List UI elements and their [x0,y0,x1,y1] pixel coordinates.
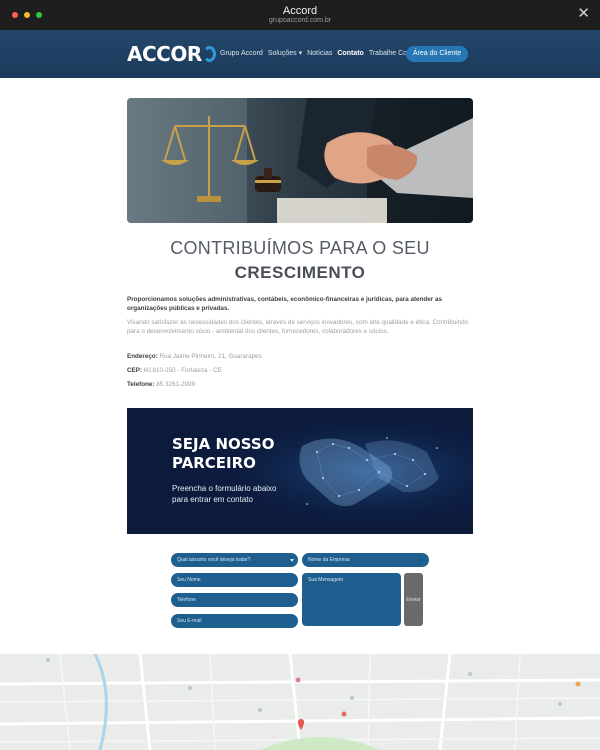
close-icon[interactable]: ✕ [577,6,590,22]
name-field[interactable]: Seu Nome [171,573,298,587]
address-line: Endereço: Rua Jaime Pinheiro, 21, Guarar… [127,353,262,360]
page-heading-line1: CONTRIBUÍMOS PARA O SEU [170,238,430,258]
nav-solucoes-label: Soluções [267,50,297,57]
nav-grupo-accord[interactable]: Grupo Accord [220,50,263,57]
window-title: Accord [282,5,318,17]
nav-solucoes[interactable]: Soluções ▾ [268,49,302,57]
window-titlebar: Accord grupoaccord.com.br ✕ [0,0,600,30]
page-heading-line2: CRESCIMENTO [234,263,366,282]
banner-subtitle-line1: Preencha o formulário abaixo [172,484,277,493]
nav-contato[interactable]: Contato [337,50,363,57]
phone-field[interactable]: Telefone [171,593,298,607]
location-map[interactable] [0,654,600,750]
banner-subtitle-line2: para entrar em contato [172,495,253,504]
window-url: grupoaccord.com.br [268,17,332,24]
handshake-justice-illustration [127,98,473,223]
message-field[interactable]: Sua Mensagem [302,573,401,626]
intro-bold-text: Proporcionamos soluções administrativas,… [127,296,442,312]
subject-select[interactable]: Qual assunto você deseja tratar? [171,553,298,567]
banner-title: SEJA NOSSO PARCEIRO [172,435,274,473]
phone-label: Telefone: [127,381,155,388]
banner-title-line1: SEJA NOSSO [172,435,275,453]
main-nav: Grupo Accord Soluções ▾ Notícias Contato… [220,49,431,58]
accord-logo[interactable]: ACCOR [127,42,216,66]
company-field[interactable]: Nome da Empresa [302,553,429,567]
logo-ring-icon [202,46,216,62]
banner-subtitle: Preencha o formulário abaixo para entrar… [172,483,277,505]
nav-noticias[interactable]: Notícias [307,50,332,57]
cep-line: CEP: 60.810-250 - Fortaleza - CE [127,367,222,374]
chevron-down-icon: ▾ [298,50,303,57]
partner-banner: SEJA NOSSO PARCEIRO Preencha o formulári… [127,408,473,534]
address-label: Endereço: [127,353,158,360]
chevron-down-icon [290,559,294,562]
hero-image [127,98,473,223]
phone-line: Telefone: 85 3261-2999 [127,381,195,388]
email-field[interactable]: Seu E-mail [171,614,298,628]
intro-text: Visando satisfazer as necessidades dos c… [127,319,469,335]
logo-text: ACCOR [127,42,202,66]
address-value: Rua Jaime Pinheiro, 21, Guararapes [159,353,262,360]
client-area-button[interactable]: Área do Cliente [406,46,468,62]
subject-select-label: Qual assunto você deseja tratar? [177,557,251,563]
cep-value: 60.810-250 - Fortaleza - CE [143,367,222,374]
phone-value: 85 3261-2999 [156,381,196,388]
map-tiles [0,654,600,750]
cep-label: CEP: [127,367,143,374]
send-button[interactable]: Enviar [404,573,423,626]
banner-title-line2: PARCEIRO [172,454,256,472]
